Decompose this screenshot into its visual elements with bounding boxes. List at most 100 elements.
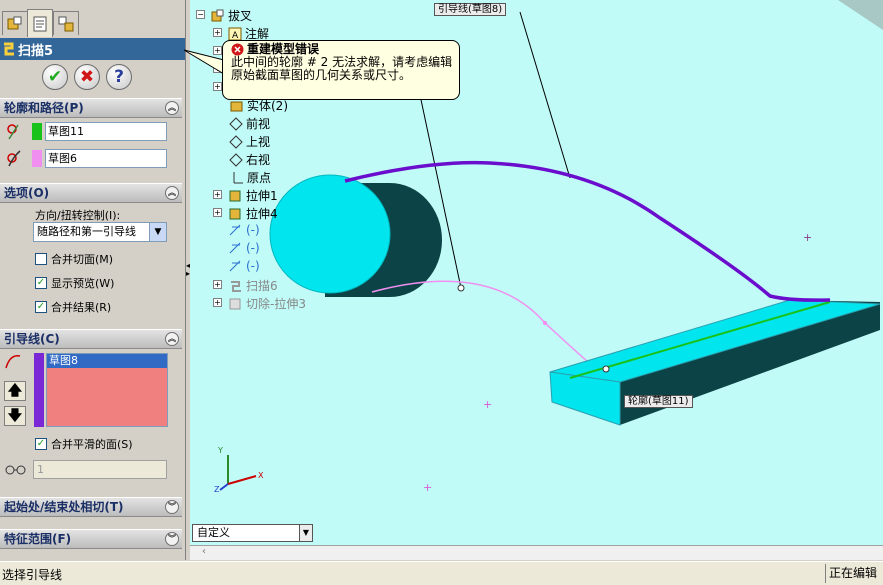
profile-point bbox=[602, 365, 610, 373]
status-mode: 正在编辑 bbox=[825, 564, 883, 583]
tangency-group-header[interactable]: 起始处/结束处相切(T) ︾ bbox=[0, 497, 182, 517]
path-selection-field[interactable]: 草图6 bbox=[45, 148, 167, 168]
tree-item-label: 切除-拉伸3 bbox=[246, 297, 306, 311]
collapse-icon[interactable]: ︽ bbox=[165, 186, 179, 200]
group-title: 轮廓和路径(P) bbox=[4, 101, 84, 115]
tree-item-right-plane[interactable]: 右视 bbox=[228, 151, 270, 168]
expand-icon[interactable]: ︾ bbox=[165, 532, 179, 546]
sweep-icon bbox=[4, 42, 14, 56]
orientation-value: 随路径和第一引导线 bbox=[37, 225, 136, 238]
merge-smooth-faces-checkbox[interactable]: ✓ 合并平滑的面(S) bbox=[35, 436, 133, 452]
tree-item-top-plane[interactable]: 上视 bbox=[228, 133, 270, 150]
feature-manager-icon bbox=[7, 16, 22, 29]
orientation-dropdown[interactable]: 随路径和第一引导线 ▼ bbox=[33, 222, 167, 242]
feature-title: 扫描5 bbox=[18, 43, 54, 59]
cancel-button[interactable]: ✖ bbox=[74, 64, 100, 90]
status-bar: 选择引导线 正在编辑 bbox=[0, 561, 883, 585]
path-selection-row: 草图6 bbox=[4, 148, 167, 168]
move-down-button[interactable]: 🡇 bbox=[4, 406, 26, 426]
expand-icon[interactable]: + bbox=[213, 190, 222, 199]
show-preview-checkbox[interactable]: ✓ 显示预览(W) bbox=[35, 275, 114, 291]
cylinder-face bbox=[269, 174, 391, 294]
profile-path-group-header[interactable]: 轮廓和路径(P) ︽ bbox=[0, 98, 182, 118]
checkbox-box[interactable] bbox=[35, 253, 47, 265]
checkmark-icon[interactable]: ✓ bbox=[35, 301, 47, 313]
axis-triad-icon: Y X Z bbox=[214, 446, 264, 494]
tree-item-sketch[interactable]: (-) bbox=[228, 259, 260, 273]
expand-icon[interactable]: ︾ bbox=[165, 500, 179, 514]
expand-icon[interactable]: + bbox=[213, 298, 222, 307]
extrude-icon bbox=[229, 208, 241, 219]
tree-item-cut-extrude3[interactable]: 切除-拉伸3 bbox=[228, 295, 306, 312]
tooltip-pointer bbox=[183, 49, 225, 75]
pierce-point bbox=[457, 284, 465, 292]
guide-color-bar bbox=[34, 353, 44, 427]
tree-item-origin[interactable]: 原点 bbox=[230, 169, 271, 186]
tree-root-label: 拔叉 bbox=[228, 9, 253, 23]
plane-icon bbox=[229, 134, 243, 149]
options-group-header[interactable]: 选项(O) ︽ bbox=[0, 183, 182, 203]
checkbox-label: 合并平滑的面(S) bbox=[51, 438, 133, 451]
collapse-icon[interactable]: ︽ bbox=[165, 101, 179, 115]
group-title: 起始处/结束处相切(T) bbox=[4, 500, 124, 514]
tree-item-label: 拉伸1 bbox=[246, 189, 278, 203]
profile-callout-label[interactable]: 轮廓(草图11) bbox=[624, 395, 693, 408]
configuration-manager-icon bbox=[58, 16, 74, 31]
glasses-icon[interactable] bbox=[4, 461, 28, 477]
property-manager-tab[interactable] bbox=[27, 9, 53, 37]
feature-manager-tab[interactable] bbox=[2, 11, 28, 35]
collapse-icon[interactable]: − bbox=[196, 10, 205, 19]
expand-icon[interactable]: + bbox=[213, 82, 222, 91]
expand-icon[interactable]: + bbox=[213, 208, 222, 217]
tree-item-front-plane[interactable]: 前视 bbox=[228, 115, 270, 132]
feature-scope-group-header[interactable]: 特征范围(F) ︾ bbox=[0, 529, 182, 549]
guide-curve-icon bbox=[5, 355, 21, 369]
expand-icon[interactable]: + bbox=[213, 28, 222, 37]
path-curve bbox=[371, 280, 601, 373]
extrude-icon bbox=[229, 190, 241, 201]
profile-selection-field[interactable]: 草图11 bbox=[45, 121, 167, 141]
tree-item-extrude4[interactable]: 拉伸4 bbox=[228, 205, 278, 222]
configuration-manager-tab[interactable] bbox=[53, 11, 79, 35]
confirm-buttons: ✔ ✖ ? bbox=[42, 64, 132, 90]
path-point bbox=[543, 321, 547, 325]
list-item[interactable]: 草图8 bbox=[47, 354, 167, 368]
tree-item-label: 前视 bbox=[246, 117, 271, 131]
chevron-down-icon[interactable]: ▼ bbox=[149, 223, 166, 241]
part-icon bbox=[211, 9, 224, 21]
cut-extrude-icon bbox=[229, 298, 241, 309]
tree-item-extrude1[interactable]: 拉伸1 bbox=[228, 187, 278, 204]
tree-item-label: 扫描6 bbox=[246, 279, 278, 293]
tree-item-label: 拉伸4 bbox=[246, 207, 278, 221]
view-orientation-combo[interactable]: 自定义 ▼ bbox=[192, 524, 313, 542]
horizontal-scrollbar[interactable]: ‹ bbox=[190, 545, 883, 560]
tree-root[interactable]: 拔叉 bbox=[210, 7, 252, 24]
checkmark-icon[interactable]: ✓ bbox=[35, 438, 47, 450]
merge-result-checkbox[interactable]: ✓ 合并结果(R) bbox=[35, 299, 111, 315]
tree-item-sweep6[interactable]: 扫描6 bbox=[228, 277, 278, 294]
guide-curves-list[interactable]: 草图8 bbox=[46, 353, 168, 427]
guide-curves-group-header[interactable]: 引导线(C) ︽ bbox=[0, 329, 182, 349]
tree-item-sketch[interactable]: (-) bbox=[228, 223, 260, 237]
scroll-left-icon[interactable]: ‹ bbox=[202, 546, 206, 557]
expand-icon[interactable]: + bbox=[213, 280, 222, 289]
collapse-icon[interactable]: ︽ bbox=[165, 332, 179, 346]
tree-item-sketch[interactable]: (-) bbox=[228, 241, 260, 255]
guide-callout-label[interactable]: 引导线(草图8) bbox=[434, 3, 507, 16]
move-up-button[interactable]: 🡅 bbox=[4, 381, 26, 401]
chevron-down-icon[interactable]: ▼ bbox=[299, 525, 312, 541]
corner-tab bbox=[838, 0, 883, 30]
ok-button[interactable]: ✔ bbox=[42, 64, 68, 90]
merge-tangent-faces-checkbox[interactable]: 合并切面(M) bbox=[35, 251, 113, 267]
sketch-icon bbox=[229, 260, 241, 272]
checkmark-icon[interactable]: ✓ bbox=[35, 277, 47, 289]
status-message: 选择引导线 bbox=[2, 568, 63, 582]
profile-icon bbox=[7, 124, 19, 140]
svg-text:Y: Y bbox=[217, 446, 223, 455]
checkbox-label: 显示预览(W) bbox=[51, 277, 115, 290]
svg-text:Z: Z bbox=[214, 485, 220, 494]
help-button[interactable]: ? bbox=[106, 64, 132, 90]
guide-spin-box: 1 bbox=[33, 460, 167, 479]
tree-item-label: (-) bbox=[246, 241, 260, 255]
solid-bodies-icon bbox=[230, 101, 243, 111]
